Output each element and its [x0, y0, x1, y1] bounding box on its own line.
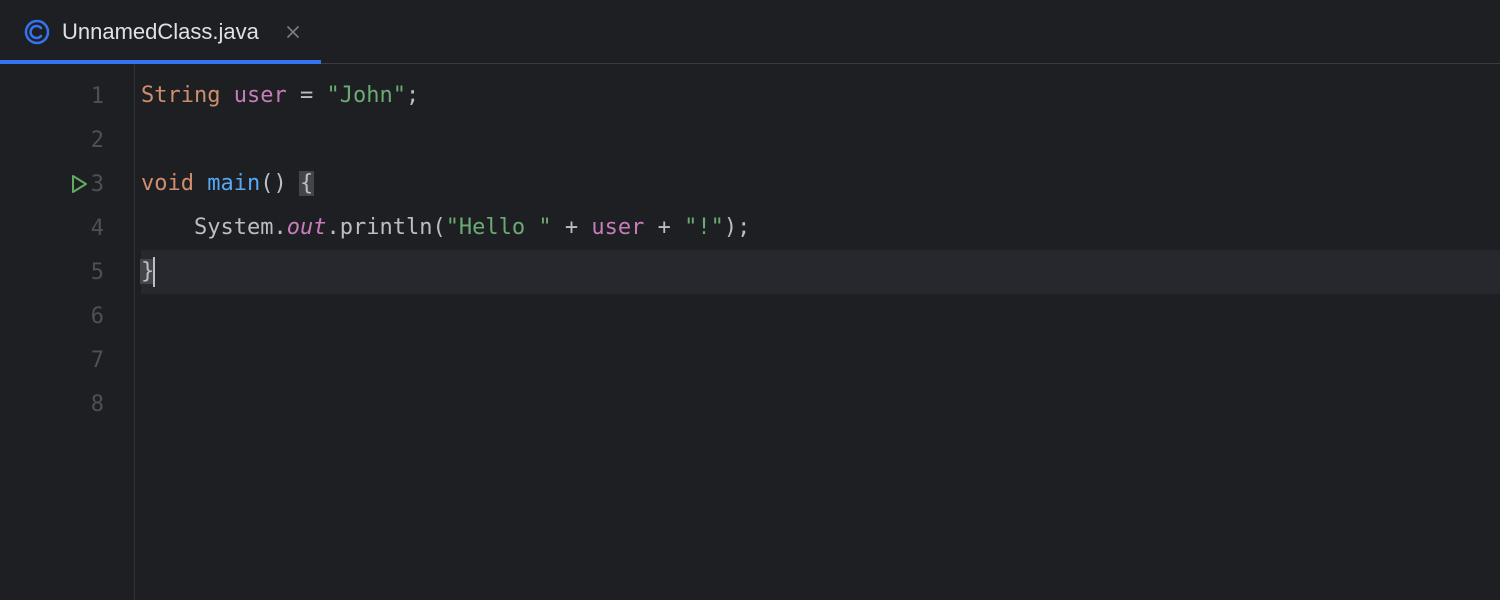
class-icon [24, 19, 50, 45]
token-brace: { [299, 171, 314, 196]
token-punct: ( [432, 215, 445, 240]
close-icon[interactable] [283, 22, 303, 42]
token-var: user [591, 215, 644, 240]
line-number: 8 [91, 392, 104, 417]
token-op: + [552, 215, 592, 240]
line-number: 2 [91, 128, 104, 153]
token-op: + [644, 215, 684, 240]
line-number: 6 [91, 304, 104, 329]
gutter: 1 2 3 4 5 6 7 8 [0, 64, 135, 600]
line-number: 3 [91, 172, 104, 197]
token-punct: ) [724, 215, 737, 240]
line-number: 7 [91, 348, 104, 373]
token-punct: ; [737, 215, 750, 240]
token-punct: () [260, 171, 287, 196]
gutter-line[interactable]: 3 [0, 162, 134, 206]
line-number: 1 [91, 84, 104, 109]
gutter-line[interactable]: 1 [0, 74, 134, 118]
token-punct: ; [406, 83, 419, 108]
token-method: main [207, 171, 260, 196]
code-line: String user = "John"; [141, 74, 1500, 118]
code-area[interactable]: String user = "John"; void main() { Syst… [135, 64, 1500, 600]
token-string: "John" [326, 83, 405, 108]
token-var: user [234, 83, 287, 108]
code-line [141, 338, 1500, 382]
token-punct: . [326, 215, 339, 240]
token-field: out [287, 215, 327, 240]
gutter-line[interactable]: 2 [0, 118, 134, 162]
token-punct: . [273, 215, 286, 240]
code-line [141, 294, 1500, 338]
line-number: 4 [91, 216, 104, 241]
gutter-line[interactable]: 5 [0, 250, 134, 294]
token-type: String [141, 83, 220, 108]
code-line-active: } [141, 250, 1500, 294]
line-number: 5 [91, 260, 104, 285]
code-line: System.out.println("Hello " + user + "!"… [141, 206, 1500, 250]
cursor [153, 257, 155, 287]
code-line [141, 118, 1500, 162]
code-line: void main() { [141, 162, 1500, 206]
indent [141, 215, 194, 240]
token-keyword: void [141, 171, 194, 196]
editor: 1 2 3 4 5 6 7 8 String user = [0, 64, 1500, 600]
gutter-line[interactable]: 7 [0, 338, 134, 382]
run-icon[interactable] [68, 173, 90, 195]
tab-filename: UnnamedClass.java [62, 19, 259, 45]
token-string: "!" [684, 215, 724, 240]
token-op: = [287, 83, 327, 108]
token-method: println [340, 215, 433, 240]
token-identifier: System [194, 215, 273, 240]
gutter-line[interactable]: 8 [0, 382, 134, 426]
code-line [141, 382, 1500, 426]
token-string: "Hello " [446, 215, 552, 240]
tab-bar: UnnamedClass.java [0, 0, 1500, 64]
gutter-line[interactable]: 4 [0, 206, 134, 250]
gutter-line[interactable]: 6 [0, 294, 134, 338]
file-tab[interactable]: UnnamedClass.java [0, 0, 321, 63]
